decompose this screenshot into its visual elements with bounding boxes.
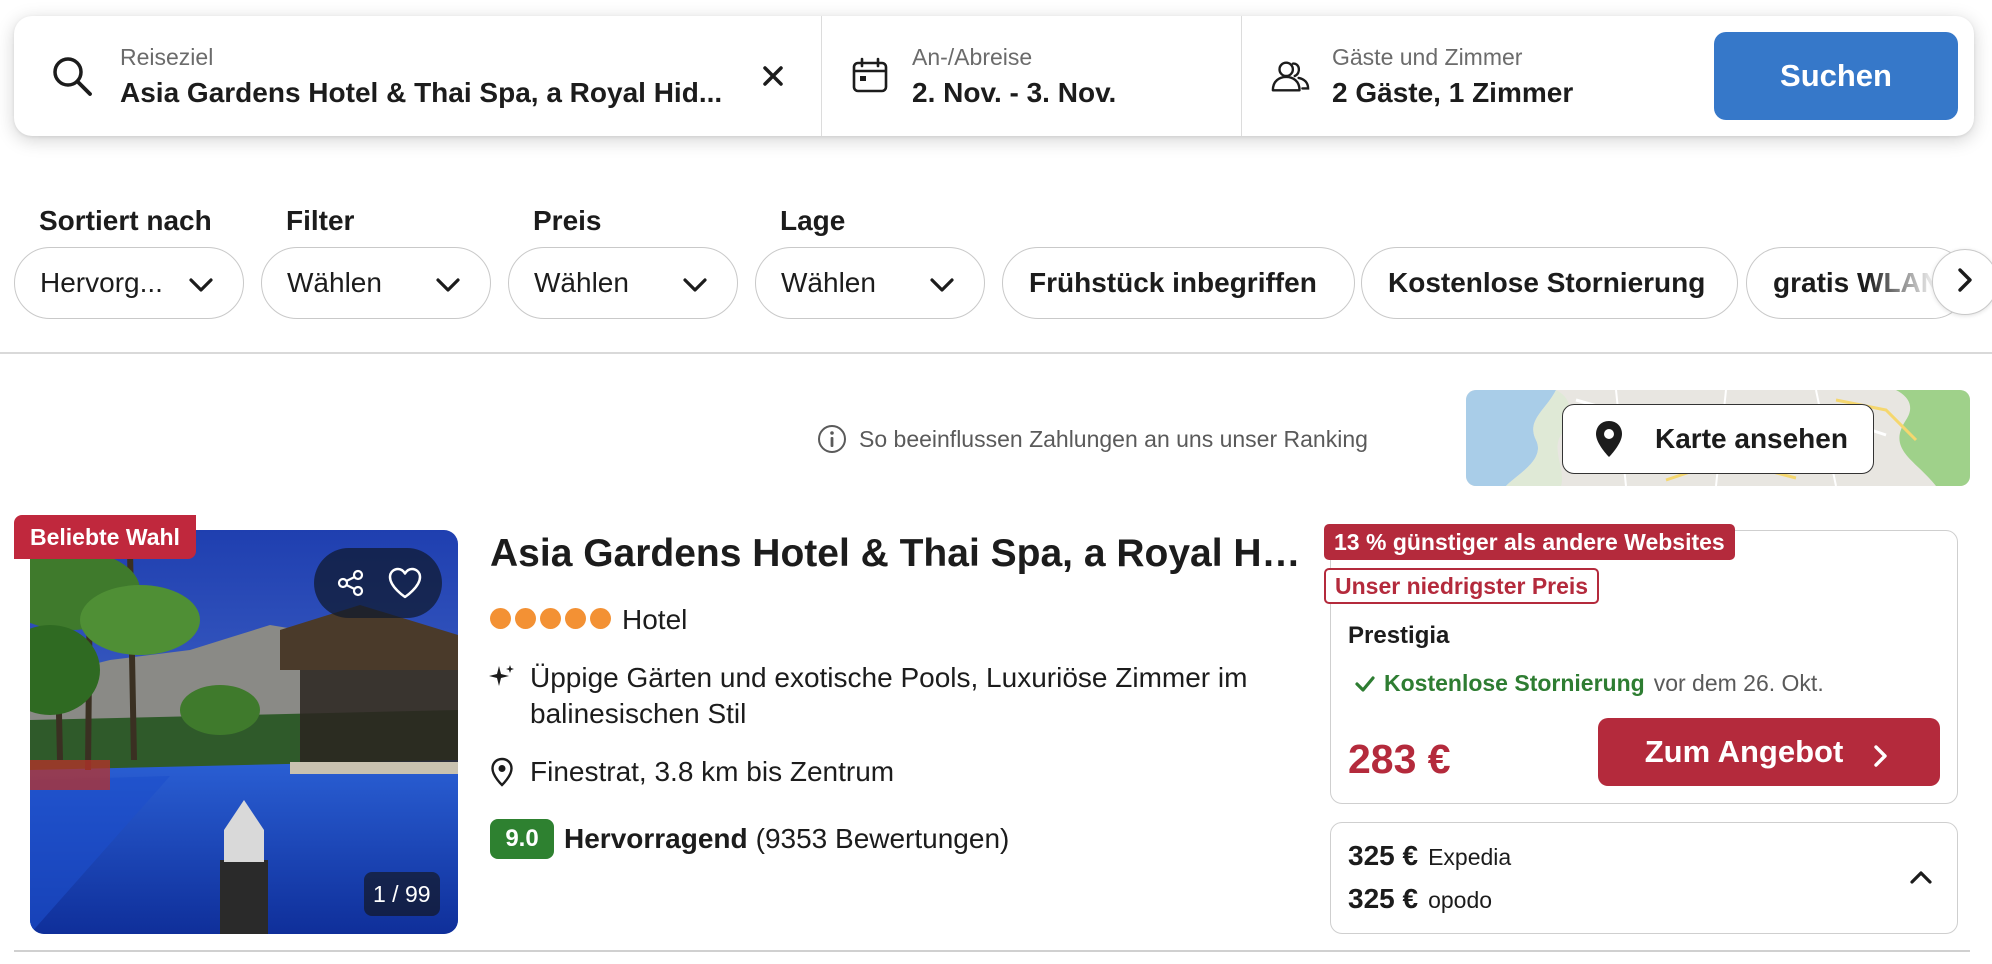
chevron-down-icon [436, 267, 460, 299]
guests-field[interactable]: Gäste und Zimmer 2 Gäste, 1 Zimmer [1241, 16, 1711, 136]
info-icon [817, 424, 847, 454]
popular-badge: Beliebte Wahl [14, 515, 196, 559]
filter-label: Filter [286, 205, 355, 236]
filter-bar: Sortiert nach Hervorg... Filter Wählen P… [14, 205, 1992, 320]
star-icon [565, 608, 586, 629]
alt-offer-row[interactable]: 325 € Expedia [1348, 840, 1511, 872]
location-label: Lage [780, 205, 846, 236]
search-icon [50, 54, 94, 98]
card-divider [14, 950, 1970, 952]
offer-provider: Prestigia [1348, 622, 1450, 649]
chevron-up-icon[interactable] [1906, 862, 1936, 892]
clear-icon[interactable] [756, 59, 790, 93]
chevron-right-icon [1957, 267, 1973, 298]
view-deal-button[interactable]: Zum Angebot [1598, 718, 1940, 786]
alt-offer-price: 325 € [1348, 883, 1419, 914]
search-bar: Reiseziel Asia Gardens Hotel & Thai Spa,… [14, 16, 1974, 136]
filter-dropdown[interactable]: Wählen [261, 247, 491, 319]
price-group: Preis Wählen [508, 205, 738, 319]
chevron-right-icon [1869, 740, 1893, 767]
alt-offer-provider: Expedia [1428, 844, 1512, 870]
guests-value: 2 Gäste, 1 Zimmer [1332, 76, 1574, 108]
lowest-price-tag: Unser niedrigster Preis [1324, 568, 1600, 604]
hotel-type: Hotel [622, 604, 688, 635]
price-dropdown[interactable]: Wählen [508, 247, 738, 319]
guests-icon [1270, 56, 1310, 96]
map-pin-icon [1593, 419, 1625, 459]
star-icon [590, 608, 611, 629]
cancellation-strong: Kostenlose Stornierung [1384, 670, 1645, 696]
location-text: Finestrat, 3.8 km bis Zentrum [530, 756, 895, 787]
destination-field[interactable]: Reiseziel Asia Gardens Hotel & Thai Spa,… [14, 16, 821, 136]
star-icon [540, 608, 561, 629]
rating-word: Hervorragend [564, 823, 748, 854]
chip-breakfast[interactable]: Frühstück inbegriffen [1002, 247, 1355, 319]
rating-count: (9353 Bewertungen) [755, 823, 1010, 854]
alt-offer-price: 325 € [1348, 840, 1419, 871]
guest-rating[interactable]: 9.0 Hervorragend (9353 Bewertungen) [490, 819, 1009, 859]
dates-label: An-/Abreise [912, 43, 1033, 70]
dates-field[interactable]: An-/Abreise 2. Nov. - 3. Nov. [821, 16, 1241, 136]
sparkle-icon [488, 663, 516, 691]
price-label: Preis [533, 205, 602, 236]
location-dropdown[interactable]: Wählen [755, 247, 985, 319]
chevron-down-icon [683, 267, 707, 299]
highlight-text: Üppige Gärten und exotische Pools, Luxur… [530, 662, 1248, 729]
ranking-note-text: So beeinflussen Zahlungen an uns unser R… [859, 425, 1368, 452]
hotel-name[interactable]: Asia Gardens Hotel & Thai Spa, a Royal H… [490, 532, 1302, 576]
alternative-offers-box [1330, 822, 1958, 934]
ranking-note[interactable]: So beeinflussen Zahlungen an uns unser R… [817, 422, 1368, 456]
photo-counter: 1 / 99 [364, 872, 440, 916]
hotel-location: Finestrat, 3.8 km bis Zentrum [490, 756, 894, 788]
destination-label: Reiseziel [120, 43, 214, 70]
chip-free-cancellation[interactable]: Kostenlose Stornierung [1361, 247, 1738, 319]
filter-value: Wählen [287, 267, 382, 298]
calendar-icon [850, 56, 890, 96]
chip-label: Frühstück inbegriffen [1029, 267, 1317, 298]
star-rating [490, 608, 611, 632]
location-pin-icon [490, 757, 514, 787]
cheaper-tag: 13 % günstiger als andere Websites [1324, 524, 1735, 560]
price-value: Wählen [534, 267, 629, 298]
photo-actions [314, 548, 442, 618]
view-deal-label: Zum Angebot [1644, 734, 1844, 769]
sort-value: Hervorg... [40, 267, 163, 298]
chip-label: Kostenlose Stornierung [1388, 267, 1706, 298]
alt-offer-row[interactable]: 325 € opodo [1348, 883, 1492, 915]
star-icon [515, 608, 536, 629]
cancellation-info: Kostenlose Stornierung vor dem 26. Okt. [1354, 670, 1824, 697]
view-map-label: Karte ansehen [1655, 423, 1848, 454]
chevron-down-icon [189, 267, 213, 299]
alt-offer-provider: opodo [1428, 887, 1493, 913]
divider [0, 352, 1992, 354]
sort-label: Sortiert nach [39, 205, 212, 236]
star-icon [490, 608, 511, 629]
guests-label: Gäste und Zimmer [1332, 43, 1523, 70]
location-value: Wählen [781, 267, 876, 298]
offer-price: 283 € [1348, 736, 1451, 782]
filter-group: Filter Wählen [261, 205, 491, 319]
view-map-button[interactable]: Karte ansehen [1562, 404, 1874, 474]
chevron-down-icon [930, 267, 954, 299]
search-button[interactable]: Suchen [1714, 32, 1958, 120]
hotel-highlight: Üppige Gärten und exotische Pools, Luxur… [488, 660, 1288, 732]
cancellation-deadline: vor dem 26. Okt. [1653, 670, 1824, 696]
check-icon [1354, 673, 1376, 695]
rating-score: 9.0 [490, 819, 554, 859]
sort-group: Sortiert nach Hervorg... [14, 205, 244, 319]
dates-value: 2. Nov. - 3. Nov. [912, 76, 1117, 108]
destination-value: Asia Gardens Hotel & Thai Spa, a Royal H… [120, 76, 723, 108]
heart-icon[interactable] [385, 563, 425, 603]
location-group: Lage Wählen [755, 205, 985, 319]
sort-dropdown[interactable]: Hervorg... [14, 247, 244, 319]
scroll-right-button[interactable] [1932, 249, 1992, 315]
share-icon[interactable] [331, 563, 371, 603]
